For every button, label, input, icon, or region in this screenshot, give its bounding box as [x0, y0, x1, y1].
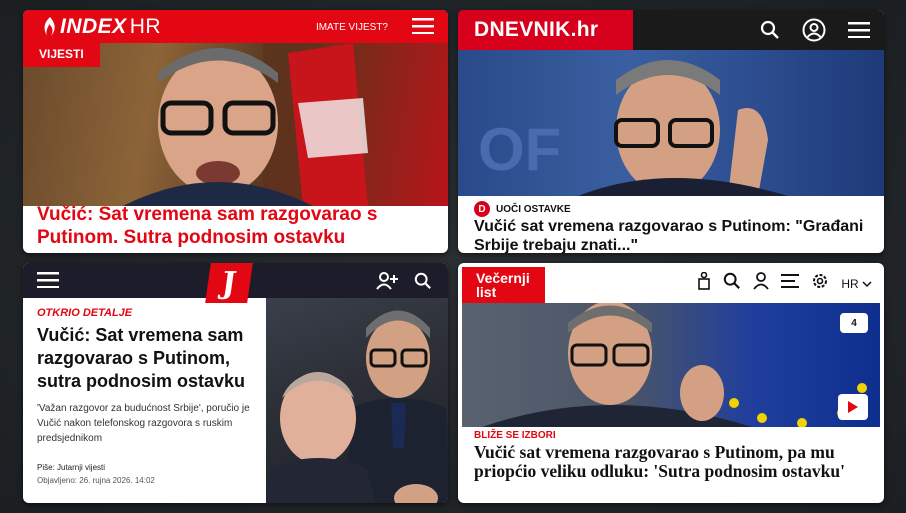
menu-icon[interactable] [848, 22, 870, 43]
menu-icon[interactable] [37, 272, 59, 293]
index-article-photo[interactable] [23, 43, 448, 206]
vecernji-section-label[interactable]: BLIŽE SE IZBORI [474, 430, 556, 441]
index-headline[interactable]: Vučić: Sat vremena sam razgovarao s Puti… [37, 203, 437, 249]
dnevnik-d-icon: D [474, 201, 490, 217]
jutarnji-card[interactable]: J OTKRIO DETALJE Vučić: Sat vremena sam … [23, 263, 448, 503]
index-flame-icon [44, 17, 55, 36]
dnevnik-card[interactable]: DNEVNIK.hr OF D UOČI OSTAVKE Vučić sat v… [458, 10, 884, 253]
vecernji-logo-line1: Večernji [476, 270, 530, 286]
chevron-down-icon [862, 280, 872, 287]
dnevnik-header-icons [760, 18, 870, 47]
dnevnik-section-text: UOČI OSTAVKE [496, 203, 571, 215]
jutarnji-date: Objavljeno: 26. rujna 2026. 14:02 [37, 476, 155, 485]
index-logo[interactable]: INDEX HR [41, 15, 161, 39]
jutarnji-lead: 'Važan razgovor za budućnost Srbije', po… [37, 403, 250, 444]
accessibility-icon[interactable] [697, 271, 711, 295]
list-icon[interactable] [781, 274, 800, 293]
search-icon[interactable] [723, 272, 741, 295]
svg-text:OF: OF [478, 116, 561, 183]
jutarnji-header-icons [376, 272, 432, 295]
video-play-icon[interactable] [838, 394, 868, 420]
vecernji-logo-line2: list [476, 284, 497, 300]
vecernji-header-icons: HR [697, 271, 872, 295]
jutarnji-section-label[interactable]: OTKRIO DETALJE [37, 307, 132, 319]
dnevnik-logo[interactable]: DNEVNIK.hr [458, 10, 633, 50]
user-icon[interactable] [753, 272, 770, 295]
index-section-label[interactable]: VIJESTI [23, 43, 100, 67]
vecernji-headline[interactable]: Vučić sat vremena razgovarao s Putinom, … [474, 443, 874, 481]
vecernji-logo[interactable]: Večernji list [462, 267, 545, 303]
jutarnji-author: Piše: Jutarnji vijesti [37, 463, 106, 472]
jutarnji-headline[interactable]: Vučić: Sat vremena sam razgovarao s Puti… [37, 324, 262, 393]
vecernji-article-photo[interactable] [462, 301, 880, 428]
gear-icon[interactable] [811, 272, 829, 295]
search-icon[interactable] [414, 272, 432, 295]
index-menu-icon[interactable] [412, 18, 434, 39]
jutarnji-article-photo[interactable] [266, 298, 448, 503]
vecernji-card[interactable]: Večernji list HR 4 BLIŽE SE IZBORI Vučić… [458, 263, 884, 503]
jutarnji-logo[interactable]: J [205, 263, 253, 303]
index-card[interactable]: INDEX HR IMATE VIJEST? VIJESTI Vučić: Sat… [23, 10, 448, 253]
language-value: HR [841, 276, 859, 291]
add-user-icon[interactable] [376, 272, 398, 295]
search-icon[interactable] [760, 20, 780, 45]
index-logo-text: INDEX [60, 15, 127, 38]
index-logo-suffix: HR [129, 15, 162, 38]
user-account-icon[interactable] [802, 18, 826, 47]
comment-count-badge[interactable]: 4 [840, 313, 868, 333]
index-tip-link[interactable]: IMATE VIJEST? [316, 22, 388, 33]
language-selector[interactable]: HR [841, 277, 872, 291]
dnevnik-headline[interactable]: Vučić sat vremena razgovarao s Putinom: … [474, 217, 874, 253]
dnevnik-article-photo[interactable]: OF [458, 50, 884, 196]
dnevnik-section-label[interactable]: D UOČI OSTAVKE [474, 201, 571, 217]
